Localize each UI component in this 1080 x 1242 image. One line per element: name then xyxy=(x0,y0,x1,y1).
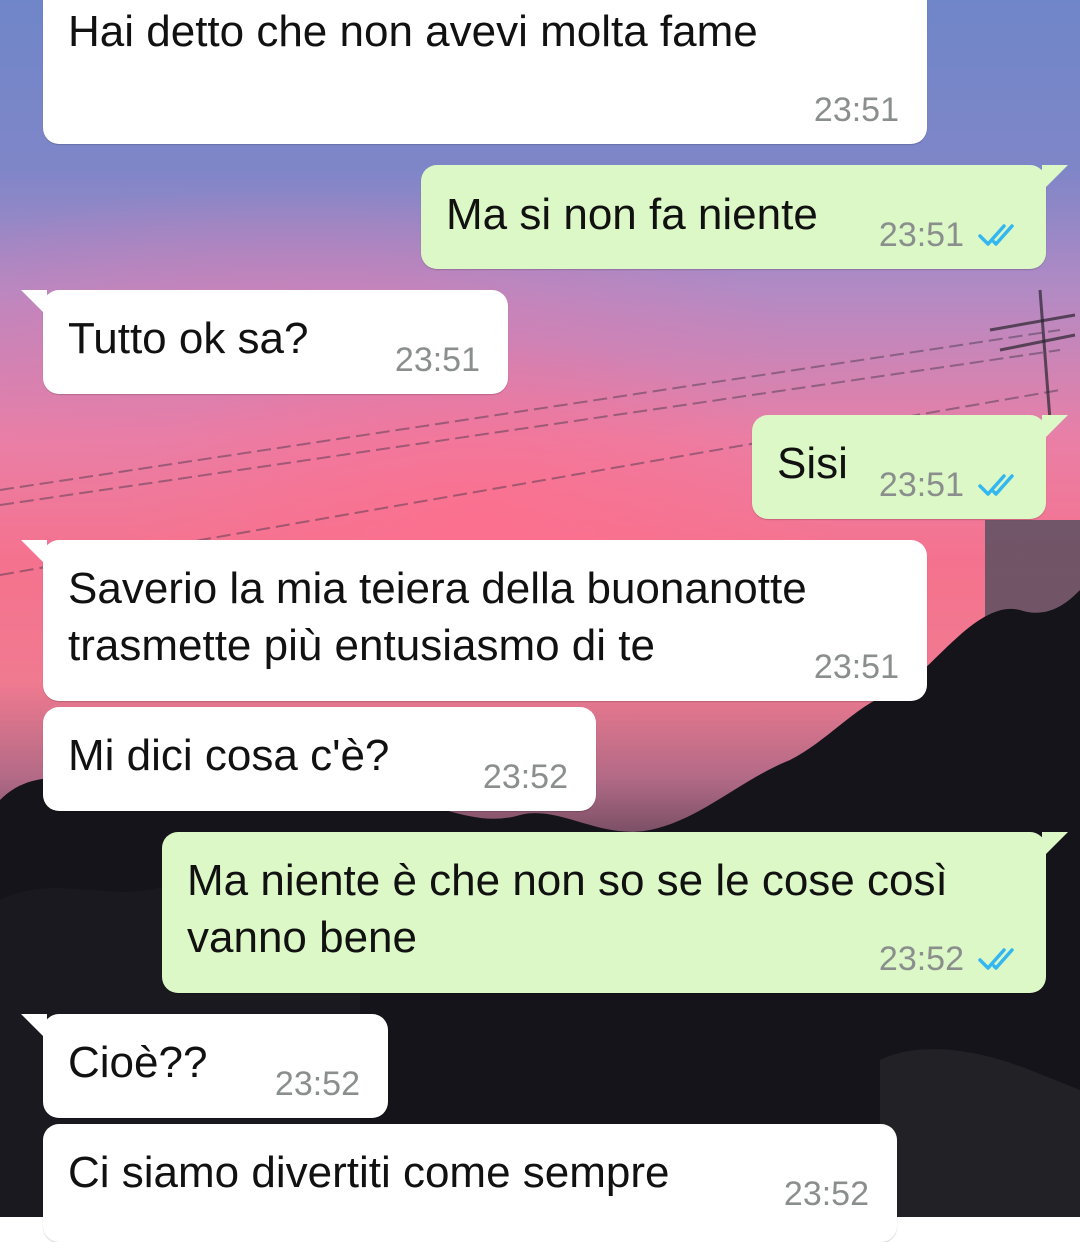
message-bubble-incoming[interactable]: Tutto ok sa? 23:51 xyxy=(21,290,508,394)
message-bubble-incoming[interactable]: Mi dici cosa c'è? 23:52 xyxy=(43,707,596,811)
message-timestamp: 23:52 xyxy=(878,940,964,978)
message-timestamp: 23:51 xyxy=(813,648,899,686)
message-bubble-incoming[interactable]: Ci siamo divertiti come sempre 23:52 xyxy=(43,1124,897,1242)
message-text-line: trasmette più entusiasmo di te xyxy=(68,621,655,670)
message-bubble-outgoing[interactable]: Ma niente è che non so se le cose così v… xyxy=(162,832,1068,993)
message-meta: 23:51 xyxy=(879,465,1022,505)
message-timestamp: 23:52 xyxy=(482,758,568,796)
message-meta: 23:51 xyxy=(395,340,480,380)
bubble-tail xyxy=(1042,415,1068,441)
message-bubble-outgoing[interactable]: Sisi 23:51 xyxy=(752,415,1068,519)
message-meta: 23:51 xyxy=(814,647,899,687)
bubble-tail xyxy=(1042,165,1068,191)
message-meta: 23:51 xyxy=(879,215,1022,255)
message-meta: 23:52 xyxy=(784,1174,869,1214)
message-timestamp: 23:51 xyxy=(878,466,964,504)
bubble-tail xyxy=(21,290,47,316)
message-bubble-incoming[interactable]: Saverio la mia teiera della buonanotte t… xyxy=(21,540,927,701)
message-timestamp: 23:51 xyxy=(394,341,480,379)
read-double-check-icon xyxy=(978,474,1014,496)
message-text-line: Ma niente è che non so se le cose così xyxy=(187,856,948,905)
message-meta: 23:51 xyxy=(814,90,899,130)
message-bubble-incoming[interactable]: Cioè?? 23:52 xyxy=(21,1014,388,1118)
message-bubble-incoming[interactable]: Hai detto che non avevi molta fame 23:51 xyxy=(43,0,927,144)
message-text: Saverio la mia teiera della buonanotte t… xyxy=(68,560,903,674)
message-timestamp: 23:51 xyxy=(813,91,899,129)
read-double-check-icon xyxy=(978,948,1014,970)
message-meta: 23:52 xyxy=(483,757,568,797)
bubble-tail xyxy=(21,1014,47,1040)
bubble-tail xyxy=(21,540,47,566)
message-timestamp: 23:52 xyxy=(274,1065,360,1103)
read-double-check-icon xyxy=(978,224,1014,246)
bubble-tail xyxy=(1042,832,1068,858)
message-meta: 23:52 xyxy=(879,939,1022,979)
message-timestamp: 23:52 xyxy=(783,1175,869,1213)
message-text: Ci siamo divertiti come sempre xyxy=(68,1148,670,1197)
message-bubble-outgoing[interactable]: Ma si non fa niente 23:51 xyxy=(421,165,1068,269)
message-timestamp: 23:51 xyxy=(878,216,964,254)
message-text: Hai detto che non avevi molta fame xyxy=(68,7,758,56)
message-text-line: Saverio la mia teiera della buonanotte xyxy=(68,564,807,613)
message-meta: 23:52 xyxy=(275,1064,360,1104)
